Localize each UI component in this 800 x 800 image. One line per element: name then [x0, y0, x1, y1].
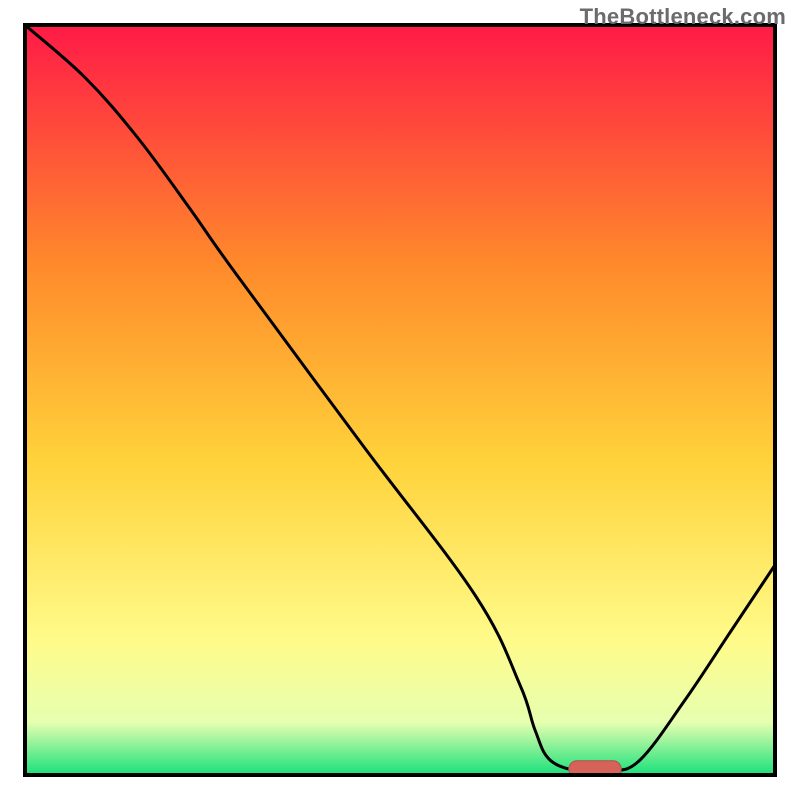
- bottleneck-chart: [0, 0, 800, 800]
- chart-stage: TheBottleneck.com: [0, 0, 800, 800]
- watermark-text: TheBottleneck.com: [580, 4, 786, 30]
